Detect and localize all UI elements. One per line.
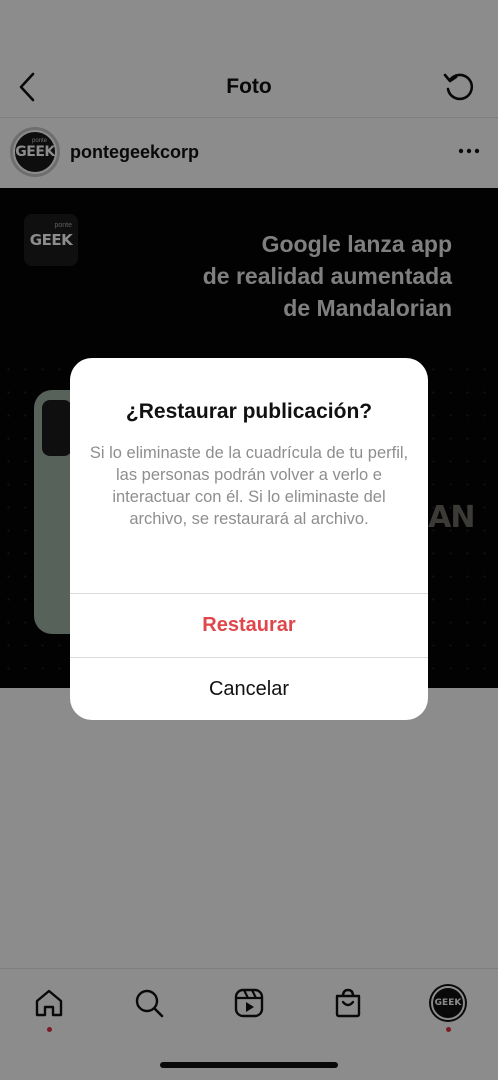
- restore-button[interactable]: Restaurar: [70, 594, 428, 657]
- dialog-title: ¿Restaurar publicación?: [125, 400, 373, 423]
- restore-dialog: ¿Restaurar publicación? Si lo eliminaste…: [70, 358, 428, 720]
- dialog-message: Si lo eliminaste de la cuadrícula de tu …: [89, 444, 409, 528]
- cancel-button[interactable]: Cancelar: [70, 658, 428, 720]
